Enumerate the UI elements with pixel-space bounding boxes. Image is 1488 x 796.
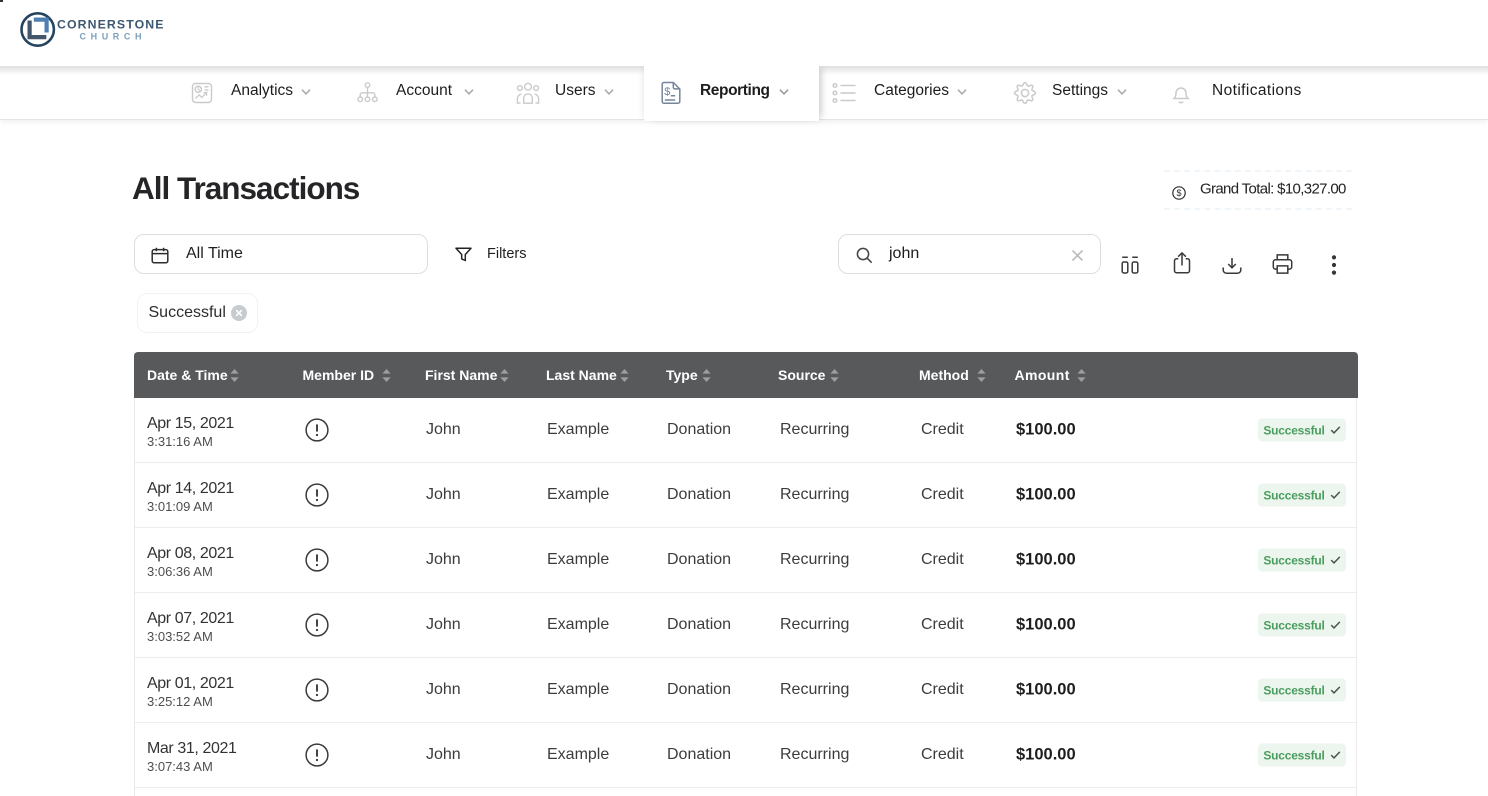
svg-text:CORNERSTONE: CORNERSTONE: [57, 18, 165, 32]
svg-text:CHURCH: CHURCH: [80, 31, 147, 41]
svg-text:$: $: [664, 86, 670, 98]
svg-text:$: $: [1176, 188, 1181, 198]
